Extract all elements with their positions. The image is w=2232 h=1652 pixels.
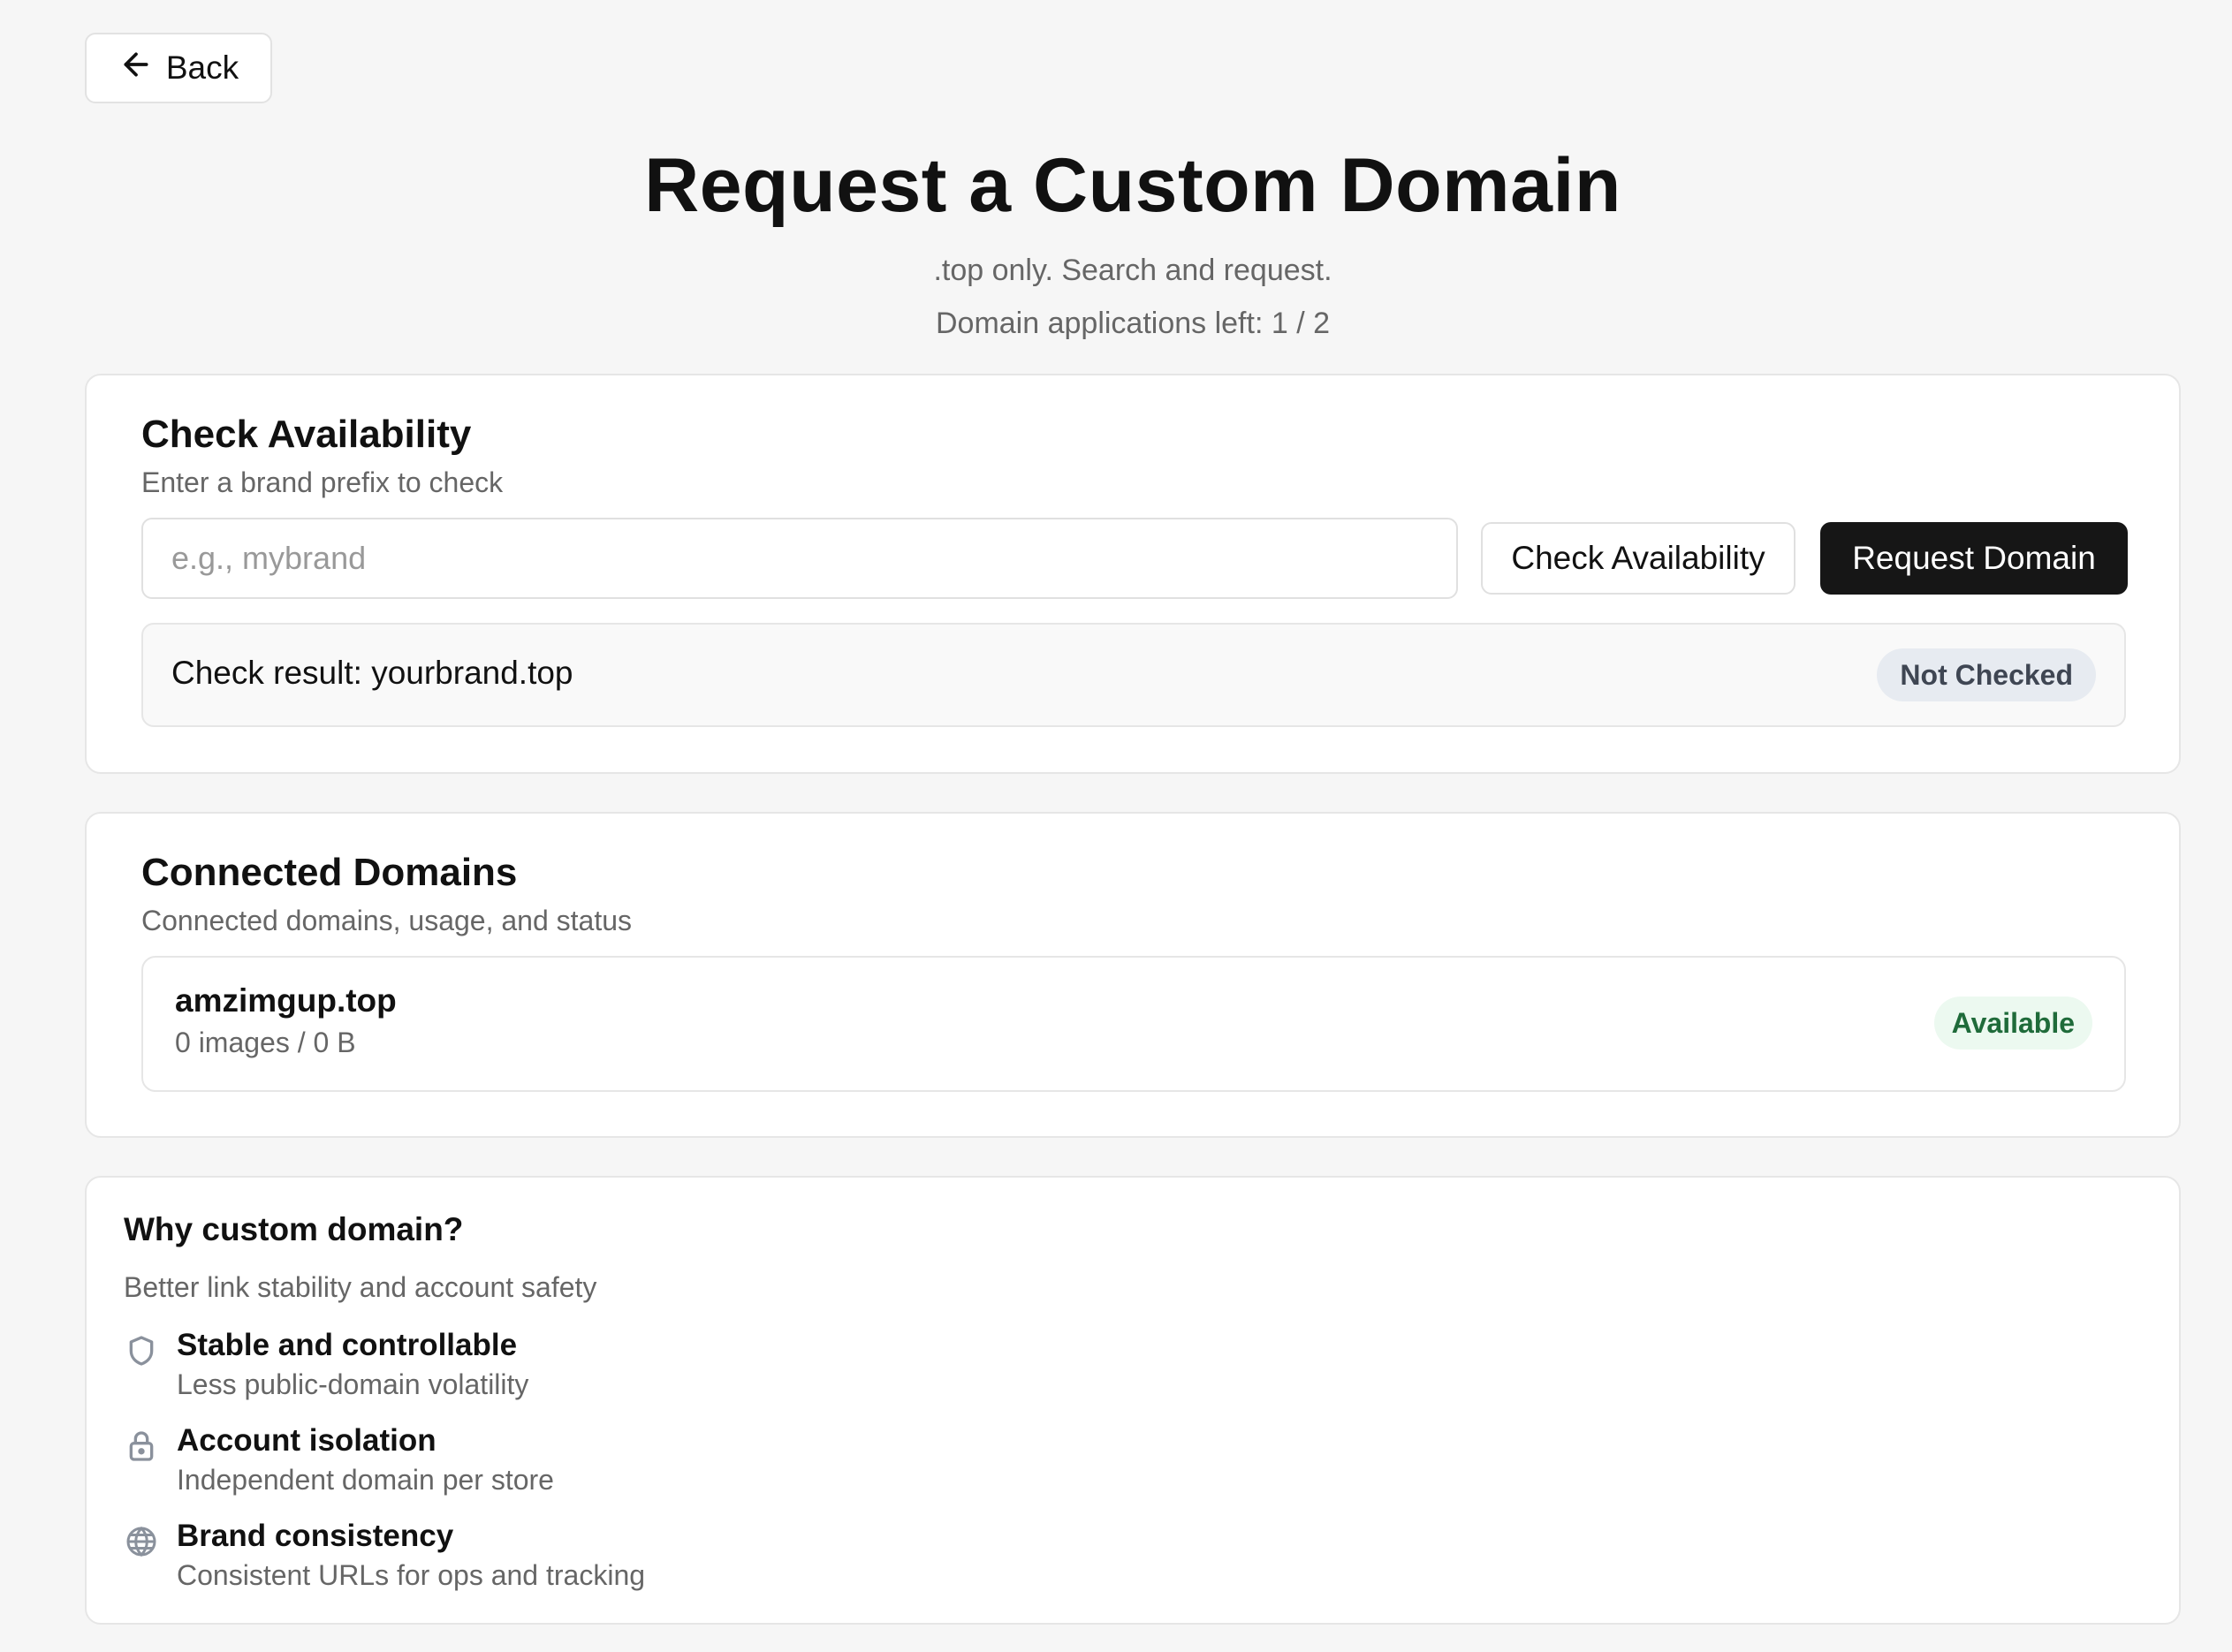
domain-usage: 0 images / 0 B [175,1027,356,1058]
connected-domains-title: Connected Domains [141,851,518,894]
page-title: Request a Custom Domain [644,143,1621,228]
applications-quota: Domain applications left: 1 / 2 [935,307,1331,340]
feature-item: Stable and controllable Less public-doma… [124,1328,1184,1407]
feature-title: Account isolation [177,1423,437,1458]
back-button-label: Back [165,49,239,86]
feature-description: Consistent URLs for ops and tracking [177,1559,646,1591]
connected-domains-card: Connected Domains Connected domains, usa… [85,812,2181,1138]
page-header: Request a Custom Domain .top only. Searc… [0,133,2232,345]
page-subtitle: .top only. Search and request. [933,254,1332,287]
status-badge: Not Checked [1877,648,2096,701]
why-description: Better link stability and account safety [124,1271,597,1303]
check-availability-description: Enter a brand prefix to check [141,466,504,498]
feature-item: Brand consistency Consistent URLs for op… [124,1519,1184,1598]
check-result-text: Check result: yourbrand.top [171,655,573,691]
why-custom-domain-card: Why custom domain? Better link stability… [85,1176,2181,1625]
why-title: Why custom domain? [124,1211,464,1247]
feature-item: Account isolation Independent domain per… [124,1423,1184,1503]
brand-prefix-input[interactable] [141,518,1458,599]
check-availability-button[interactable]: Check Availability [1481,522,1795,595]
feature-description: Less public-domain volatility [177,1368,529,1400]
feature-title: Stable and controllable [177,1328,518,1362]
connected-domains-description: Connected domains, usage, and status [141,905,633,936]
arrow-left-icon [118,47,154,90]
globe-icon [124,1524,159,1559]
domain-status-badge: Available [1933,997,2092,1050]
shield-icon [124,1333,159,1368]
check-availability-title: Check Availability [141,413,472,456]
page: Back Request a Custom Domain .top only. … [0,0,2232,1652]
check-availability-card: Check Availability Enter a brand prefix … [85,374,2181,774]
domain-list-item[interactable]: amzimgup.top 0 images / 0 B Available [141,956,2126,1092]
domain-name: amzimgup.top [175,982,397,1019]
lock-icon [124,1428,159,1464]
feature-title: Brand consistency [177,1519,454,1553]
feature-description: Independent domain per store [177,1464,554,1496]
check-result-panel: Check result: yourbrand.top Not Checked [141,623,2126,727]
back-button[interactable]: Back [85,33,272,103]
request-domain-button[interactable]: Request Domain [1820,522,2128,595]
